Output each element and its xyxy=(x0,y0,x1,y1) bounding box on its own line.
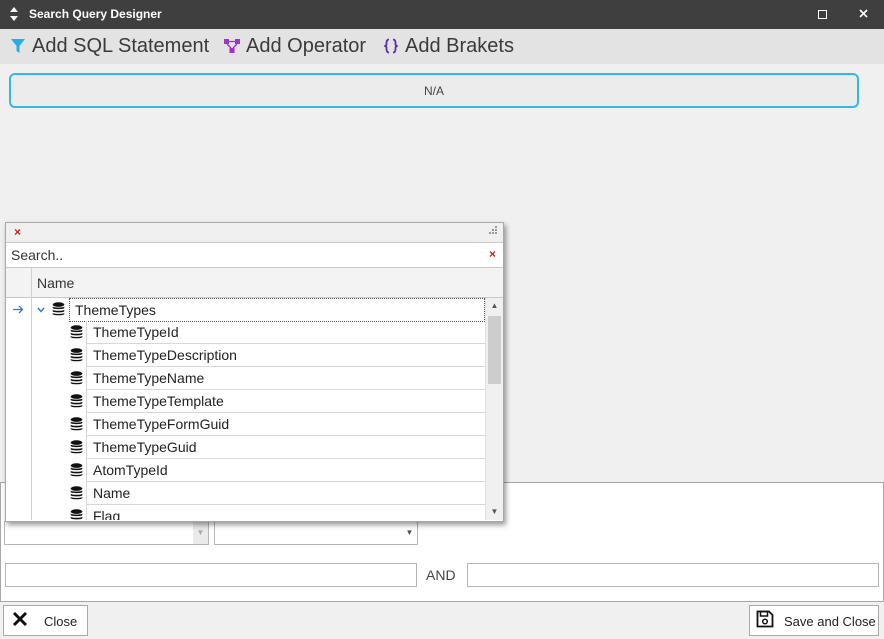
column-header-name[interactable]: Name xyxy=(37,275,74,291)
row-indicator xyxy=(6,482,32,505)
tree-node-label: ThemeTypeName xyxy=(93,370,205,386)
database-icon xyxy=(70,417,83,431)
operator-combobox[interactable]: ▼ xyxy=(214,521,418,545)
add-sql-statement-button[interactable]: Add SQL Statement xyxy=(10,34,210,58)
chevron-down-icon[interactable] xyxy=(37,307,45,313)
value-to-input[interactable] xyxy=(467,563,879,587)
tree-node-label: ThemeTypeTemplate xyxy=(93,393,224,409)
add-operator-button[interactable]: Add Operator xyxy=(223,34,369,58)
add-brackets-button[interactable]: Add Brakets xyxy=(383,34,518,58)
database-icon xyxy=(70,394,83,408)
save-floppy-icon xyxy=(756,610,774,628)
chevron-down-icon[interactable]: ▼ xyxy=(193,522,208,544)
tree-row[interactable]: ThemeTypeTemplate xyxy=(6,390,485,413)
filter-icon xyxy=(11,39,25,53)
database-icon xyxy=(70,325,83,339)
resize-grip-icon[interactable] xyxy=(489,226,499,236)
tree-row[interactable]: ThemeTypeFormGuid xyxy=(6,413,485,436)
tree-row[interactable]: ThemeTypeName xyxy=(6,367,485,390)
tree-row[interactable]: ThemeTypeGuid xyxy=(6,436,485,459)
brackets-icon xyxy=(384,38,398,54)
row-indicator xyxy=(6,436,32,459)
tree-cell[interactable]: Flag xyxy=(86,505,485,520)
tree-node-label: ThemeTypeDescription xyxy=(93,347,237,363)
database-icon xyxy=(52,302,65,316)
tree-cell[interactable]: ThemeTypeTemplate xyxy=(86,390,485,413)
scroll-thumb[interactable] xyxy=(488,316,501,384)
database-icon xyxy=(70,509,83,520)
sort-arrows-icon xyxy=(10,7,18,21)
tree-cell[interactable]: ThemeTypeId xyxy=(86,321,485,344)
tree-row[interactable]: ThemeTypeDescription xyxy=(6,344,485,367)
query-statement-box[interactable]: N/A xyxy=(9,73,859,108)
popup-header: × xyxy=(6,223,503,242)
and-label: AND xyxy=(426,567,456,583)
add-sql-statement-label: Add SQL Statement xyxy=(32,35,210,57)
vertical-scrollbar[interactable]: ▲ ▼ xyxy=(485,298,503,520)
operator-nodes-icon xyxy=(224,39,240,53)
current-row-arrow-icon xyxy=(13,305,24,314)
row-indicator xyxy=(6,321,32,344)
tree-list: ThemeTypes ThemeTypeId ThemeTypeDescripti… xyxy=(6,298,485,520)
database-icon xyxy=(70,486,83,500)
row-indicator-header xyxy=(6,268,32,297)
tree-node-label: ThemeTypeFormGuid xyxy=(93,416,230,432)
tree-cell[interactable]: ThemeTypeGuid xyxy=(86,436,485,459)
add-brackets-label: Add Brakets xyxy=(405,35,514,57)
row-indicator xyxy=(6,459,32,482)
save-and-close-label: Save and Close xyxy=(784,614,876,629)
tree-cell[interactable]: ThemeTypeName xyxy=(86,367,485,390)
tree-row[interactable]: ThemeTypeId xyxy=(6,321,485,344)
tree-cell[interactable]: AtomTypeId xyxy=(86,459,485,482)
tree-node-label: AtomTypeId xyxy=(93,462,168,478)
search-clear-icon[interactable]: × xyxy=(489,247,496,261)
maximize-icon xyxy=(818,10,827,19)
add-operator-label: Add Operator xyxy=(246,35,367,57)
tree-row-root[interactable]: ThemeTypes xyxy=(6,298,485,322)
tree-node-label: ThemeTypes xyxy=(75,302,156,318)
window-title: Search Query Designer xyxy=(29,7,162,21)
row-indicator xyxy=(6,390,32,413)
tree-cell[interactable]: ThemeTypeDescription xyxy=(86,344,485,367)
chevron-down-icon[interactable]: ▼ xyxy=(402,522,417,544)
tree-node-label: Name xyxy=(93,485,131,501)
close-button[interactable]: Close xyxy=(3,605,88,636)
scroll-down-icon[interactable]: ▼ xyxy=(486,504,503,520)
search-placeholder: Search.. xyxy=(11,247,64,263)
row-indicator xyxy=(6,505,32,520)
maximize-button[interactable] xyxy=(812,0,832,29)
window-close-button[interactable] xyxy=(854,0,874,29)
tree-node-label: ThemeTypeGuid xyxy=(93,439,197,455)
row-indicator xyxy=(6,367,32,390)
tree-row[interactable]: Flag xyxy=(6,505,485,520)
row-indicator xyxy=(6,413,32,436)
popup-close-icon[interactable]: × xyxy=(14,225,21,239)
row-indicator xyxy=(6,298,32,321)
search-input[interactable]: Search.. × xyxy=(6,242,503,268)
tree-row[interactable]: AtomTypeId xyxy=(6,459,485,482)
close-x-icon xyxy=(12,611,28,627)
tree-cell[interactable]: ThemeTypes xyxy=(69,298,485,322)
close-button-label: Close xyxy=(44,614,78,629)
database-icon xyxy=(70,371,83,385)
close-icon xyxy=(859,9,868,18)
tree-row[interactable]: Name xyxy=(6,482,485,505)
save-and-close-button[interactable]: Save and Close xyxy=(749,605,879,636)
tree-node-label: ThemeTypeId xyxy=(93,324,179,340)
database-icon xyxy=(70,348,83,362)
scroll-up-icon[interactable]: ▲ xyxy=(486,298,503,314)
title-bar: Search Query Designer xyxy=(0,0,884,29)
database-icon xyxy=(70,440,83,454)
grid-header: Name xyxy=(6,268,503,298)
tree-cell[interactable]: Name xyxy=(86,482,485,505)
database-icon xyxy=(70,463,83,477)
tree-cell[interactable]: ThemeTypeFormGuid xyxy=(86,413,485,436)
row-indicator xyxy=(6,344,32,367)
value-from-input[interactable] xyxy=(5,563,417,587)
field-combobox[interactable]: ▼ xyxy=(4,521,209,545)
toolbar: Add SQL Statement Add Operator Add Brake… xyxy=(0,29,884,64)
field-picker-popup: × Search.. × Name ThemeTypes ThemeTypeId… xyxy=(5,222,504,522)
tree-node-label: Flag xyxy=(93,508,121,520)
